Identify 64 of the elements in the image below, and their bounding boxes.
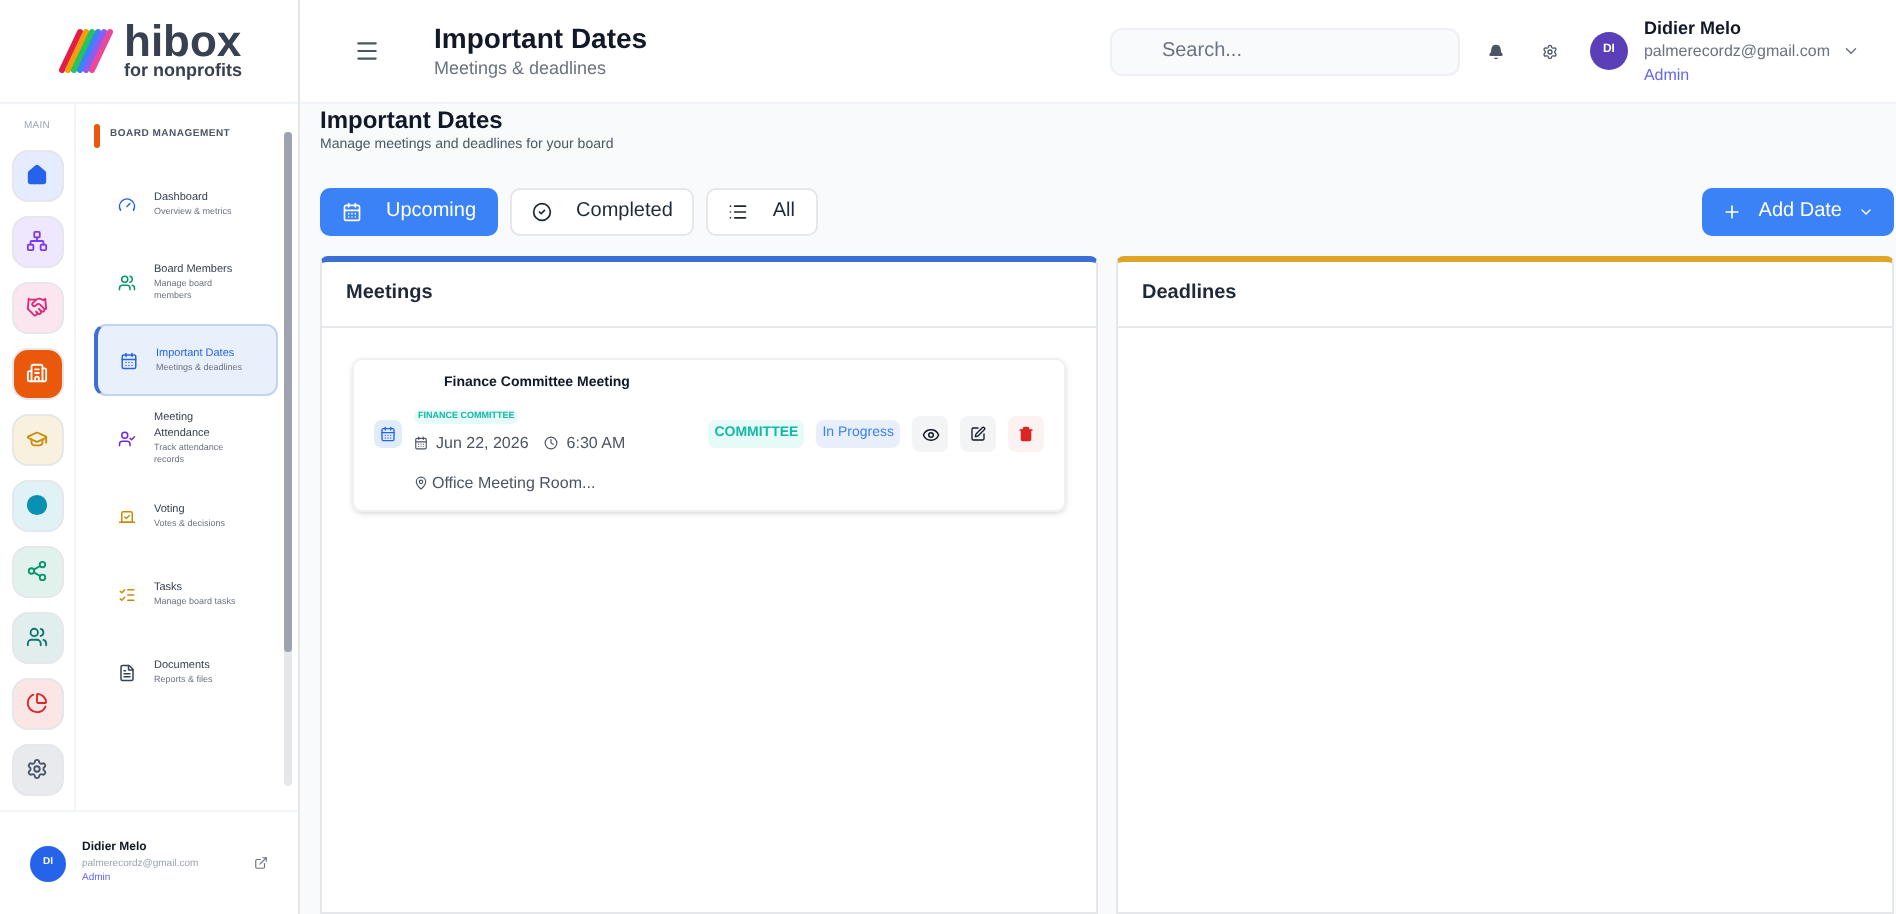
scrollbar[interactable]: [284, 132, 292, 786]
pie-chart-icon: [26, 692, 48, 714]
rail-button[interactable]: [11, 743, 63, 795]
meeting-date: Jun 22, 2026: [436, 431, 529, 456]
add-date-button[interactable]: Add Date: [1702, 187, 1894, 235]
rail-button[interactable]: [11, 479, 63, 531]
user-check-icon: [118, 429, 136, 447]
external-link-icon[interactable]: [254, 856, 268, 870]
circle-icon: [26, 494, 48, 516]
rail-button[interactable]: [11, 611, 63, 663]
people-icon: [118, 273, 136, 291]
building-icon: [26, 362, 48, 384]
delete-button[interactable]: [1008, 416, 1044, 453]
user-email: palmerecordz@gmail.com: [1643, 39, 1830, 63]
graduation-cap-icon: [26, 428, 48, 450]
list-icon: [728, 201, 749, 221]
rail-button[interactable]: [11, 545, 63, 597]
handshake-icon: [26, 296, 48, 318]
column-title: Deadlines: [1142, 280, 1237, 308]
calendar-icon: [380, 426, 396, 443]
document-icon: [118, 663, 136, 681]
rail-button[interactable]: [11, 215, 63, 267]
logo-text: hibox: [124, 22, 242, 62]
logo-tagline: for nonprofits: [124, 62, 242, 80]
rail-button[interactable]: [11, 347, 63, 399]
rail-button[interactable]: [11, 149, 63, 201]
chevron-down-icon[interactable]: [1842, 42, 1860, 60]
filter-tab[interactable]: Upcoming: [320, 187, 499, 235]
rail-button[interactable]: [11, 677, 63, 729]
user-role: Admin: [1643, 63, 1692, 87]
plus-icon: [1722, 201, 1743, 221]
column-title: Meetings: [346, 280, 433, 308]
location-pin-icon: [414, 476, 428, 491]
settings-icon[interactable]: [1541, 43, 1558, 59]
clock-icon: [544, 436, 559, 451]
user-name: Didier Melo: [1643, 15, 1743, 39]
edit-icon: [970, 426, 986, 443]
eye-icon: [921, 425, 939, 444]
calendar-icon: [120, 351, 138, 369]
edit-button[interactable]: [960, 416, 996, 453]
home-icon: [26, 164, 48, 186]
check-circle-icon: [532, 201, 553, 221]
settings-icon: [26, 758, 48, 780]
header-subtitle: Meetings & deadlines: [434, 55, 609, 82]
gauge-icon: [118, 195, 136, 213]
header-title: Important Dates: [434, 19, 648, 56]
bell-icon[interactable]: [1487, 43, 1504, 59]
rail-button[interactable]: [11, 281, 63, 333]
calendar-icon: [342, 201, 362, 221]
list-icon: [118, 585, 136, 603]
meeting-time: 6:30 AM: [566, 431, 626, 456]
ballot-icon: [118, 507, 136, 525]
trash-icon: [1018, 426, 1034, 443]
menu-icon[interactable]: [354, 38, 380, 64]
view-button[interactable]: [912, 416, 948, 453]
calendar-icon: [414, 436, 428, 451]
filter-tab[interactable]: All: [706, 187, 818, 235]
page-title: Important Dates: [320, 106, 505, 136]
hierarchy-icon: [26, 230, 48, 252]
network-icon: [26, 560, 48, 582]
filter-tab[interactable]: Completed: [510, 187, 695, 235]
people-icon: [26, 626, 48, 648]
meeting-location: Office Meeting Room...: [432, 471, 596, 496]
search-field[interactable]: Search...: [1109, 27, 1460, 75]
